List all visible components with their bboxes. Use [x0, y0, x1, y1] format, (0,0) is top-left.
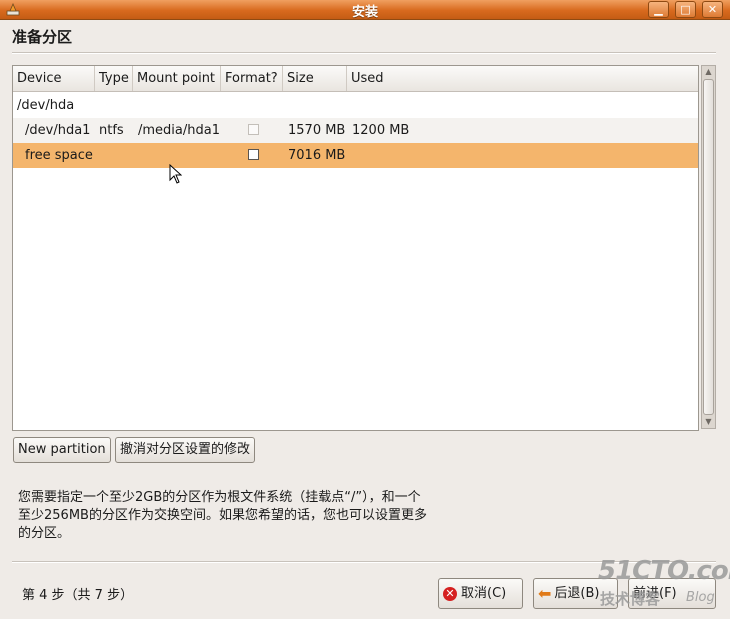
scroll-up-arrow-icon[interactable]: ▲ — [702, 66, 715, 78]
close-button[interactable]: ✕ — [702, 1, 723, 18]
size-cell: 7016 MB — [288, 148, 346, 163]
table-header: Device Type Mount point Format? Size Use… — [13, 66, 698, 92]
column-header-size[interactable]: Size — [283, 66, 347, 91]
device-cell: /dev/hda — [17, 98, 75, 113]
new-partition-button[interactable]: New partition — [13, 437, 111, 463]
table-scrollbar[interactable]: ▲ ▼ — [701, 65, 716, 429]
watermark-site: 51CTO.com — [598, 556, 730, 586]
back-label: 后退(B) — [554, 586, 600, 601]
device-cell: /dev/hda1 — [25, 123, 91, 138]
table-row-selected[interactable]: free space 7016 MB — [13, 143, 698, 168]
used-cell: 1200 MB — [352, 123, 410, 138]
header-divider — [12, 52, 716, 54]
window-title: 安装 — [351, 5, 378, 20]
device-cell: free space — [25, 148, 93, 163]
cancel-icon: ✕ — [443, 586, 457, 601]
watermark: 51CTO.com 技术博客 Blog — [598, 556, 730, 616]
mount-point-cell: /media/hda1 — [138, 123, 220, 138]
minimize-button[interactable]: ▁ — [648, 1, 669, 18]
scrollbar-thumb[interactable] — [703, 79, 714, 415]
type-cell: ntfs — [99, 123, 124, 138]
mouse-cursor-icon — [169, 164, 182, 184]
maximize-icon: □ — [680, 3, 691, 16]
page-title: 准备分区 — [12, 28, 73, 46]
minimize-icon: ▁ — [654, 3, 663, 16]
column-header-type[interactable]: Type — [95, 66, 133, 91]
partition-table[interactable]: Device Type Mount point Format? Size Use… — [12, 65, 699, 431]
scroll-down-arrow-icon[interactable]: ▼ — [702, 416, 715, 428]
column-header-mount-point[interactable]: Mount point — [133, 66, 221, 91]
watermark-text: 技术博客 — [600, 590, 661, 608]
column-header-used[interactable]: Used — [347, 66, 698, 91]
close-icon: ✕ — [707, 3, 718, 16]
back-arrow-icon: ⬅ — [538, 584, 552, 603]
format-checkbox[interactable] — [248, 149, 259, 160]
column-header-device[interactable]: Device — [13, 66, 95, 91]
undo-partition-changes-button[interactable]: 撤消对分区设置的修改 — [115, 437, 256, 463]
window-titlebar[interactable]: 安装 ▁ □ ✕ — [0, 0, 730, 20]
partition-requirements-text: 您需要指定一个至少2GB的分区作为根文件系统（挂载点“/”），和一个至少256M… — [18, 490, 427, 541]
cancel-button[interactable]: ✕ 取消(C) — [438, 578, 523, 609]
watermark-blog: Blog — [686, 590, 715, 605]
column-header-format[interactable]: Format? — [221, 66, 283, 91]
cancel-label: 取消(C) — [461, 586, 507, 601]
table-row[interactable]: /dev/hda — [13, 93, 698, 118]
maximize-button[interactable]: □ — [675, 1, 696, 18]
format-checkbox[interactable] — [248, 124, 259, 135]
size-cell: 1570 MB — [288, 123, 346, 138]
step-indicator: 第 4 步（共 7 步） — [22, 588, 134, 603]
table-row[interactable]: /dev/hda1 ntfs /media/hda1 1570 MB 1200 … — [13, 118, 698, 143]
